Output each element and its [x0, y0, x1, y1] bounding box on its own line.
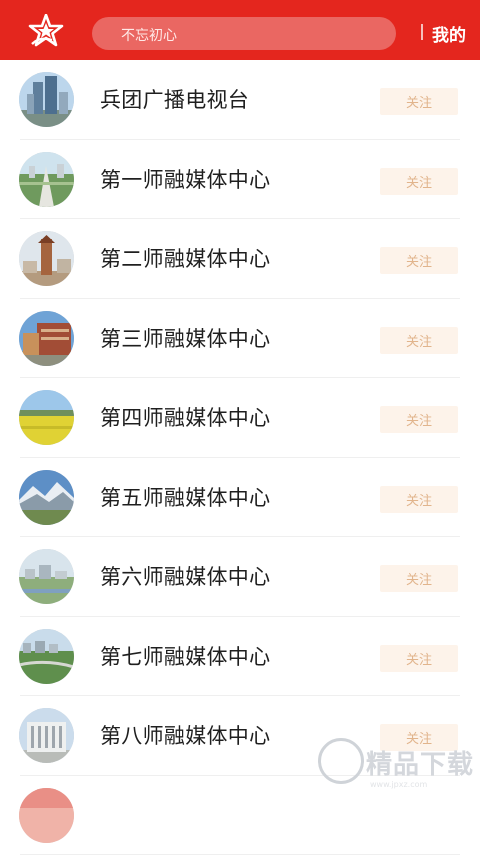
- item-name: 第二师融媒体中心: [100, 243, 270, 273]
- follow-button[interactable]: 关注: [380, 88, 458, 115]
- avatar: [19, 390, 74, 445]
- list-item[interactable]: 第七师融媒体中心 关注: [0, 617, 480, 697]
- avatar: [19, 470, 74, 525]
- item-name: 第三师融媒体中心: [100, 323, 270, 353]
- list-item[interactable]: 第八师融媒体中心 关注: [0, 696, 480, 776]
- header-divider: [421, 24, 423, 40]
- list-item[interactable]: 第五师融媒体中心 关注: [0, 458, 480, 538]
- avatar: [19, 152, 74, 207]
- search-placeholder: 不忘初心: [121, 25, 177, 45]
- item-name: 第四师融媒体中心: [100, 402, 270, 432]
- item-name: 兵团广播电视台: [100, 84, 249, 114]
- follow-button[interactable]: 关注: [380, 327, 458, 354]
- avatar: [19, 72, 74, 127]
- follow-button[interactable]: 关注: [380, 645, 458, 672]
- list-item[interactable]: [0, 776, 480, 855]
- list-item[interactable]: 第三师融媒体中心 关注: [0, 299, 480, 379]
- list-item[interactable]: 兵团广播电视台 关注: [0, 60, 480, 140]
- item-name: 第五师融媒体中心: [100, 482, 270, 512]
- item-name: 第六师融媒体中心: [100, 561, 270, 591]
- follow-button[interactable]: 关注: [380, 724, 458, 751]
- item-name: 第八师融媒体中心: [100, 720, 270, 750]
- avatar: [19, 708, 74, 763]
- media-center-list: 兵团广播电视台 关注 第一师融媒体中心 关注: [0, 60, 480, 855]
- avatar: [19, 549, 74, 604]
- follow-button[interactable]: 关注: [380, 565, 458, 592]
- app-logo-icon[interactable]: [28, 14, 64, 48]
- list-item[interactable]: 第一师融媒体中心 关注: [0, 140, 480, 220]
- avatar: [19, 231, 74, 286]
- mine-button[interactable]: 我的: [432, 21, 466, 46]
- item-name: 第七师融媒体中心: [100, 641, 270, 671]
- item-name: 第一师融媒体中心: [100, 164, 270, 194]
- follow-button[interactable]: 关注: [380, 486, 458, 513]
- follow-button[interactable]: 关注: [380, 168, 458, 195]
- avatar: [19, 311, 74, 366]
- top-bar: 不忘初心 我的: [0, 0, 480, 60]
- list-item[interactable]: 第六师融媒体中心 关注: [0, 537, 480, 617]
- avatar: [19, 629, 74, 684]
- list-item[interactable]: 第二师融媒体中心 关注: [0, 219, 480, 299]
- follow-button[interactable]: 关注: [380, 247, 458, 274]
- follow-button[interactable]: 关注: [380, 406, 458, 433]
- search-input[interactable]: 不忘初心: [92, 17, 396, 50]
- avatar: [19, 788, 74, 843]
- list-item[interactable]: 第四师融媒体中心 关注: [0, 378, 480, 458]
